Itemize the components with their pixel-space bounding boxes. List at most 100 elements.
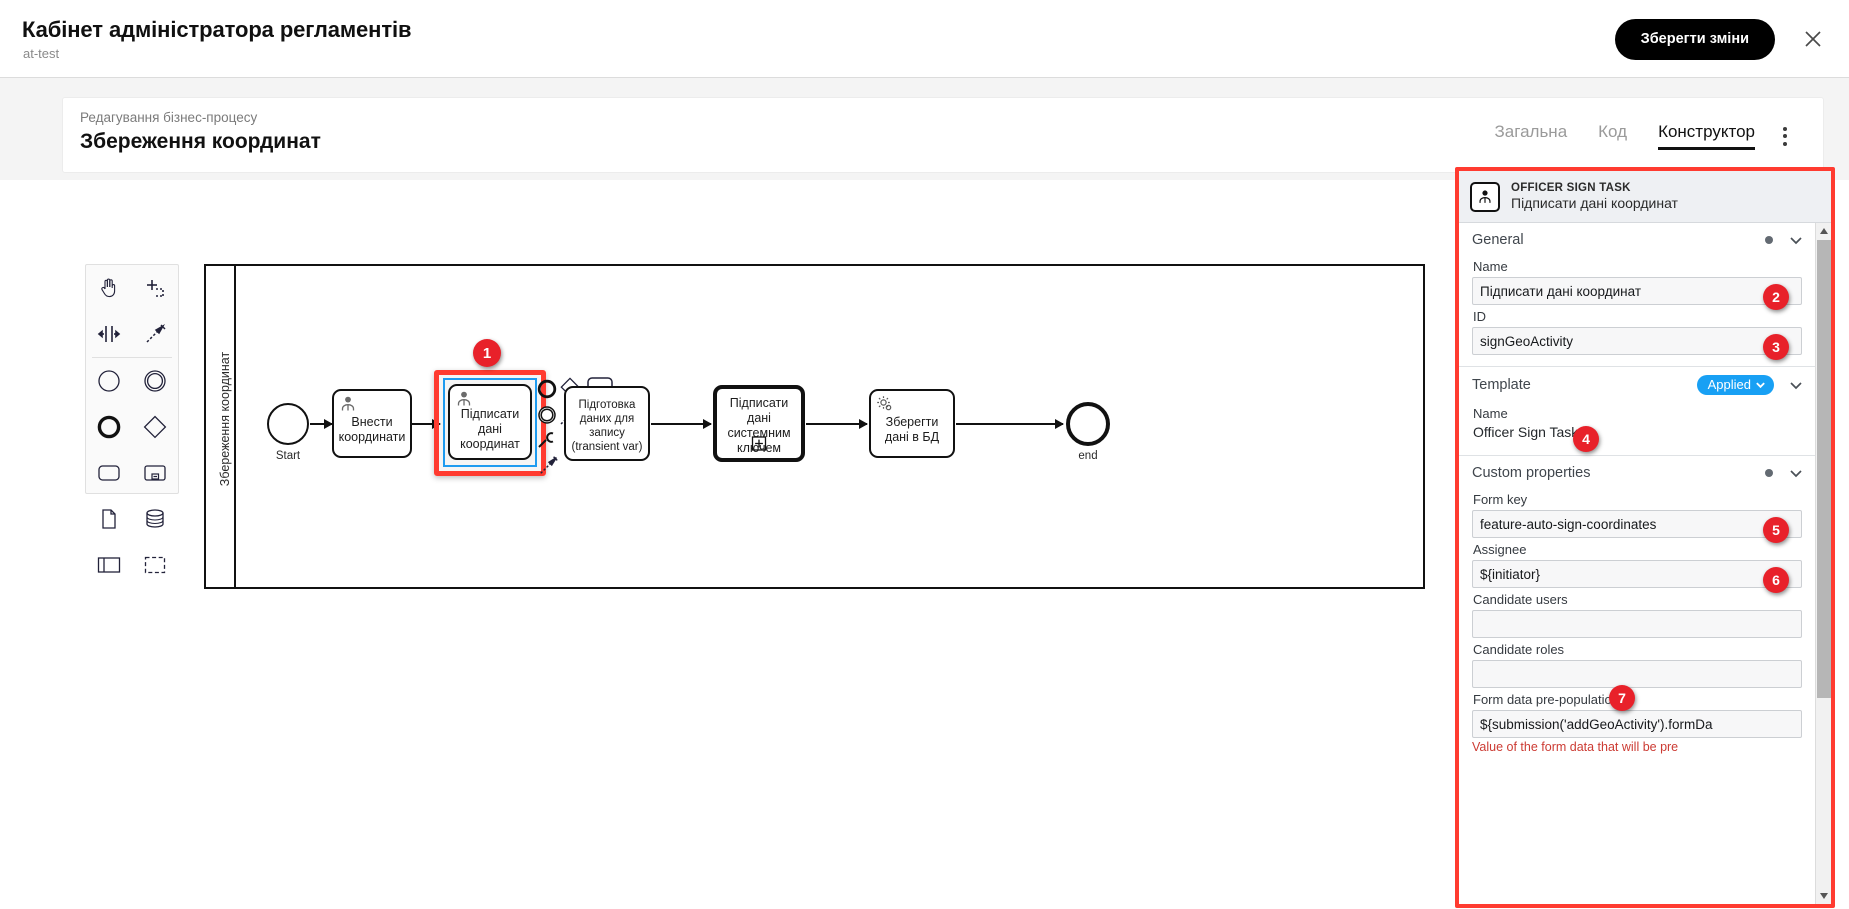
gateway-icon[interactable] [132, 404, 178, 450]
scrollbar-thumb[interactable] [1817, 240, 1831, 698]
tab-bar: Загальна Код Конструктор [1495, 122, 1755, 150]
chevron-down-icon[interactable] [1789, 378, 1803, 392]
user-task-icon [338, 394, 358, 414]
element-type-label: OFFICER SIGN TASK [1511, 182, 1631, 194]
callout-badge-2: 2 [1763, 284, 1789, 310]
scroll-down-arrow-icon[interactable] [1816, 888, 1831, 904]
user-task-icon [1470, 181, 1500, 212]
candidate-users-input[interactable] [1472, 610, 1802, 638]
field-name: Name 2 [1459, 259, 1815, 310]
form-key-input[interactable] [1472, 510, 1802, 538]
group-icon[interactable] [132, 542, 178, 588]
start-event-icon[interactable] [86, 358, 132, 404]
group-status-dot [1765, 468, 1773, 477]
group-general-header[interactable]: General [1459, 223, 1815, 256]
id-input[interactable] [1472, 327, 1802, 355]
applied-pill-label: Applied [1707, 377, 1751, 392]
process-title: Збереження координат [80, 130, 321, 153]
bpmn-palette [85, 264, 179, 574]
field-label: Candidate roles [1473, 642, 1565, 657]
tab-code[interactable]: Код [1598, 122, 1627, 150]
bpmn-start-event[interactable] [267, 403, 309, 445]
task-label: Внести координати [338, 414, 406, 444]
bpmn-task-vnesty-koordynaty[interactable]: Внести координати [332, 389, 412, 458]
task-icon[interactable] [86, 450, 132, 496]
bpmn-lane-header: Збереження координат [206, 266, 236, 587]
group-general: General Name 2 ID 3 [1459, 223, 1815, 367]
group-template-header[interactable]: Template Applied [1459, 367, 1815, 403]
field-form-key: Form key 5 [1459, 492, 1815, 543]
flow-task4-to-task5 [806, 419, 868, 429]
lane-label: Збереження координат [218, 351, 232, 487]
process-header-card: Редагування бізнес-процесу Збереження ко… [62, 97, 1824, 173]
field-label: Assignee [1473, 542, 1527, 557]
assignee-input[interactable] [1472, 560, 1802, 588]
hand-tool-icon[interactable] [86, 265, 132, 311]
field-label: Form data pre-population [1473, 692, 1619, 707]
data-object-icon[interactable] [86, 496, 132, 542]
task-label: Підписати дані координат [460, 406, 520, 451]
intermediate-event-icon[interactable] [132, 358, 178, 404]
field-form-data-prepopulation: Form data pre-population 7 [1459, 685, 1815, 738]
callout-badge-4: 4 [1573, 426, 1599, 452]
scroll-up-arrow-icon[interactable] [1816, 223, 1831, 239]
bpmn-task-pidgotovka-danyh[interactable]: Підготовка даних для запису (transient v… [564, 386, 650, 461]
global-connect-tool-icon[interactable] [132, 311, 178, 357]
callout-badge-5: 5 [1763, 517, 1789, 543]
task-label: Підготовка даних для запису (transient v… [571, 398, 643, 453]
group-custom-properties-header[interactable]: Custom properties [1459, 456, 1815, 489]
chevron-down-icon[interactable] [1789, 233, 1803, 247]
append-intermediate-event-icon[interactable] [536, 404, 558, 426]
participant-icon[interactable] [86, 542, 132, 588]
change-type-wrench-icon[interactable] [536, 429, 558, 451]
bpmn-end-event[interactable] [1066, 402, 1110, 446]
template-name: Officer Sign Task [1473, 424, 1579, 440]
field-label: ID [1473, 309, 1486, 324]
close-icon[interactable] [1799, 25, 1827, 53]
candidate-roles-input[interactable] [1472, 660, 1802, 688]
field-label: Name [1473, 406, 1508, 421]
gear-icon [875, 394, 895, 414]
bpmn-service-task-zberegty-dani-v-bd[interactable]: Зберегти дані в БД [869, 389, 955, 458]
space-tool-icon[interactable] [86, 311, 132, 357]
breadcrumb: Редагування бізнес-процесу [80, 110, 258, 125]
tab-general[interactable]: Загальна [1495, 122, 1568, 150]
callout-badge-6: 6 [1763, 567, 1789, 593]
kebab-menu-icon[interactable] [1775, 124, 1795, 148]
page-subtitle: at-test [23, 46, 60, 61]
form-data-prepopulation-input[interactable] [1472, 710, 1802, 738]
properties-panel-scrollbar[interactable] [1815, 223, 1831, 904]
subprocess-expanded-icon[interactable] [132, 450, 178, 496]
flow-task5-to-end [956, 419, 1064, 429]
name-input[interactable] [1472, 277, 1802, 305]
flow-task3-to-task4 [651, 419, 712, 429]
group-title: Template [1472, 377, 1531, 393]
data-store-icon[interactable] [132, 496, 178, 542]
group-custom-properties: Custom properties Form key 5 Assignee 6 [1459, 456, 1815, 765]
start-event-label: Start [275, 450, 301, 462]
lasso-tool-icon[interactable] [132, 265, 178, 311]
end-event-icon[interactable] [86, 404, 132, 450]
append-connect-arrow-icon[interactable] [538, 454, 560, 476]
save-button[interactable]: Зберегти зміни [1614, 19, 1775, 60]
field-label: Form key [1473, 492, 1528, 507]
field-label: Candidate users [1473, 592, 1568, 607]
bpmn-task-pidpysaty-dani-koordynat[interactable]: Підписати дані координат [448, 384, 532, 460]
field-id: ID 3 [1459, 309, 1815, 360]
field-template-name: Name Officer Sign Task 4 [1459, 406, 1815, 452]
bpmn-call-activity-pidpysaty-systemnym-kluchem[interactable]: Підписати дані системним ключем [713, 385, 805, 462]
element-name-label: Підписати дані координат [1511, 195, 1678, 211]
field-candidate-roles: Candidate roles [1459, 642, 1815, 688]
callout-badge-1: 1 [473, 339, 501, 367]
expand-marker-icon[interactable] [751, 436, 767, 455]
template-applied-dropdown[interactable]: Applied [1696, 375, 1774, 395]
field-label: Name [1473, 259, 1508, 274]
group-status-dot [1765, 235, 1773, 244]
callout-badge-7: 7 [1609, 685, 1635, 711]
tab-constructor[interactable]: Конструктор [1658, 122, 1755, 150]
chevron-down-icon[interactable] [1789, 466, 1803, 480]
end-event-label: end [1078, 450, 1098, 462]
properties-panel: OFFICER SIGN TASK Підписати дані координ… [1455, 167, 1835, 908]
field-assignee: Assignee 6 [1459, 542, 1815, 593]
append-end-event-icon[interactable] [536, 378, 558, 400]
